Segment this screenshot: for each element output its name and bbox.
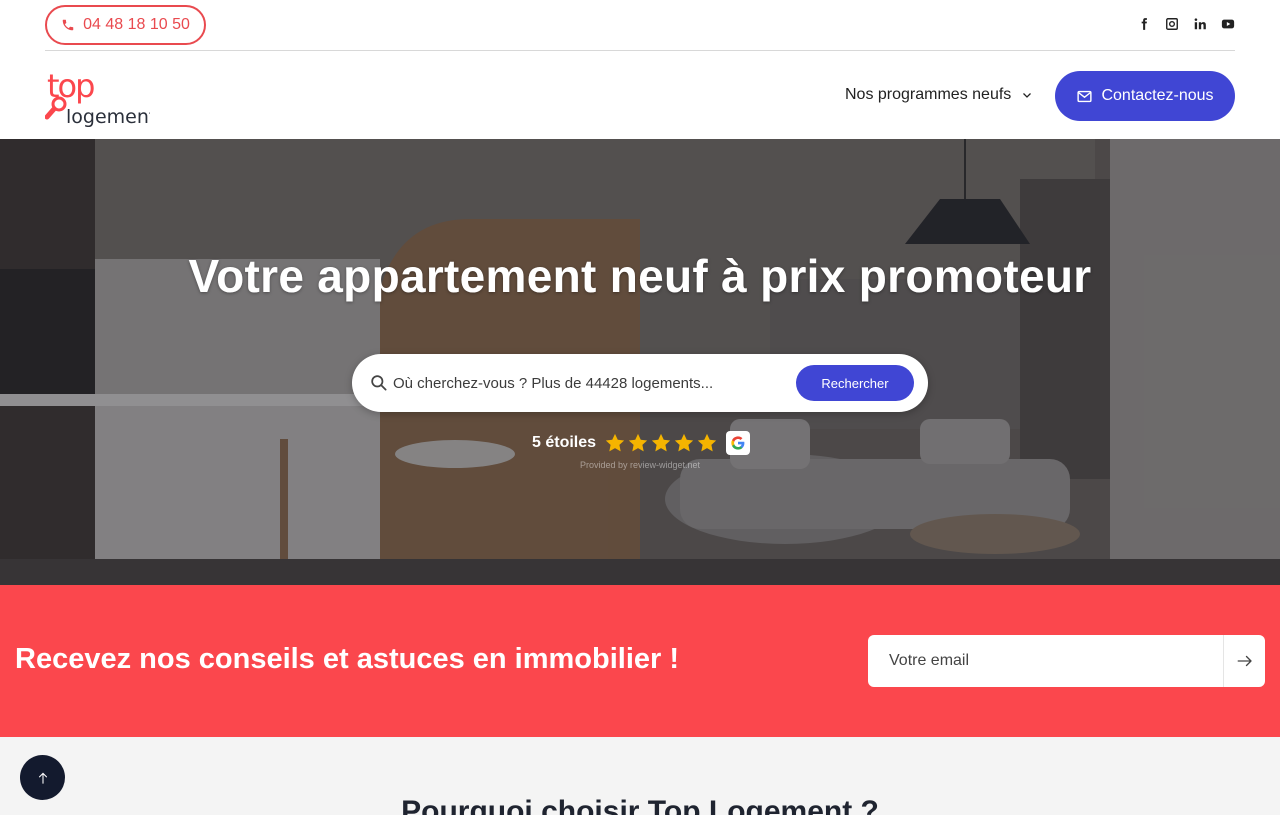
phone-number: 04 48 18 10 50: [83, 16, 190, 33]
top-bar: 04 48 18 10 50: [45, 0, 1235, 51]
search-bar: Rechercher: [352, 354, 928, 412]
arrow-right-icon: [1237, 655, 1252, 667]
star-icon: [605, 433, 625, 452]
facebook-icon[interactable]: [1137, 17, 1151, 31]
main-header: top logement Nos programmes neufs Contac…: [0, 51, 1280, 139]
why-section: Pourquoi choisir Top Logement ?: [0, 737, 1280, 815]
newsletter-form: [868, 635, 1265, 687]
instagram-icon[interactable]: [1165, 17, 1179, 31]
arrow-up-icon: [38, 772, 47, 784]
search-icon: [371, 375, 387, 391]
google-rating-widget[interactable]: 5 étoiles: [532, 431, 751, 455]
phone-icon: [62, 19, 74, 31]
star-icon: [628, 433, 648, 452]
provided-by-text: Provided by review-widget.net: [579, 460, 701, 470]
star-rating: [604, 432, 718, 454]
svg-text:logement: logement: [66, 106, 150, 128]
nav-programmes-label: Nos programmes neufs: [845, 86, 1012, 103]
contact-button[interactable]: Contactez-nous: [1055, 71, 1235, 121]
newsletter-title: Recevez nos conseils et astuces en immob…: [15, 643, 680, 675]
star-icon: [674, 433, 694, 452]
hero-banner: Votre appartement neuf à prix promoteur …: [0, 139, 1280, 585]
search-button[interactable]: Rechercher: [796, 365, 914, 401]
star-icon: [651, 433, 671, 452]
phone-button[interactable]: 04 48 18 10 50: [45, 5, 206, 45]
nav-programmes-neufs[interactable]: Nos programmes neufs: [845, 86, 1033, 104]
youtube-icon[interactable]: [1221, 17, 1235, 31]
contact-label: Contactez-nous: [1101, 87, 1214, 104]
linkedin-icon[interactable]: [1193, 17, 1207, 31]
rating-text: 5 étoiles: [532, 434, 597, 451]
chevron-down-icon: [1023, 93, 1032, 98]
social-links: [1137, 17, 1235, 31]
email-submit-button[interactable]: [1223, 635, 1265, 687]
top-logement-logo[interactable]: top logement: [44, 67, 156, 129]
envelope-icon: [1077, 90, 1093, 102]
search-input[interactable]: [393, 368, 793, 398]
newsletter-section: Recevez nos conseils et astuces en immob…: [0, 585, 1280, 737]
google-icon: [726, 431, 751, 455]
why-title: Pourquoi choisir Top Logement ?: [401, 795, 879, 815]
email-input[interactable]: [889, 647, 1209, 675]
scroll-to-top-button[interactable]: [20, 755, 65, 800]
star-icon: [697, 433, 717, 452]
hero-title: Votre appartement neuf à prix promoteur: [188, 250, 1092, 302]
